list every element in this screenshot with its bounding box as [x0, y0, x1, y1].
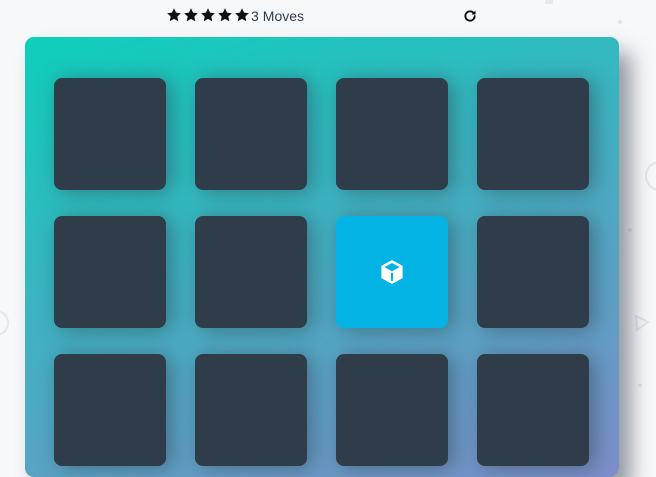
star-icon — [183, 7, 199, 23]
card[interactable] — [336, 78, 448, 190]
card[interactable] — [54, 78, 166, 190]
star-icon — [200, 7, 216, 23]
card[interactable] — [195, 354, 307, 466]
star-rating — [166, 7, 250, 23]
card[interactable] — [54, 216, 166, 328]
card[interactable] — [477, 78, 589, 190]
score-panel: 3 Moves — [0, 0, 656, 34]
card[interactable] — [195, 78, 307, 190]
card-open[interactable] — [336, 216, 448, 328]
card[interactable] — [195, 216, 307, 328]
moves-count: 3 — [251, 8, 259, 24]
card[interactable] — [54, 354, 166, 466]
moves-counter: 3 Moves — [251, 8, 304, 24]
star-icon — [166, 7, 182, 23]
card[interactable] — [477, 354, 589, 466]
card-deck — [25, 37, 619, 477]
restart-icon — [463, 9, 477, 23]
star-icon — [217, 7, 233, 23]
card[interactable] — [336, 354, 448, 466]
cube-icon — [377, 257, 407, 287]
restart-button[interactable] — [463, 9, 477, 23]
star-icon — [234, 7, 250, 23]
moves-label: Moves — [262, 8, 305, 24]
card[interactable] — [477, 216, 589, 328]
